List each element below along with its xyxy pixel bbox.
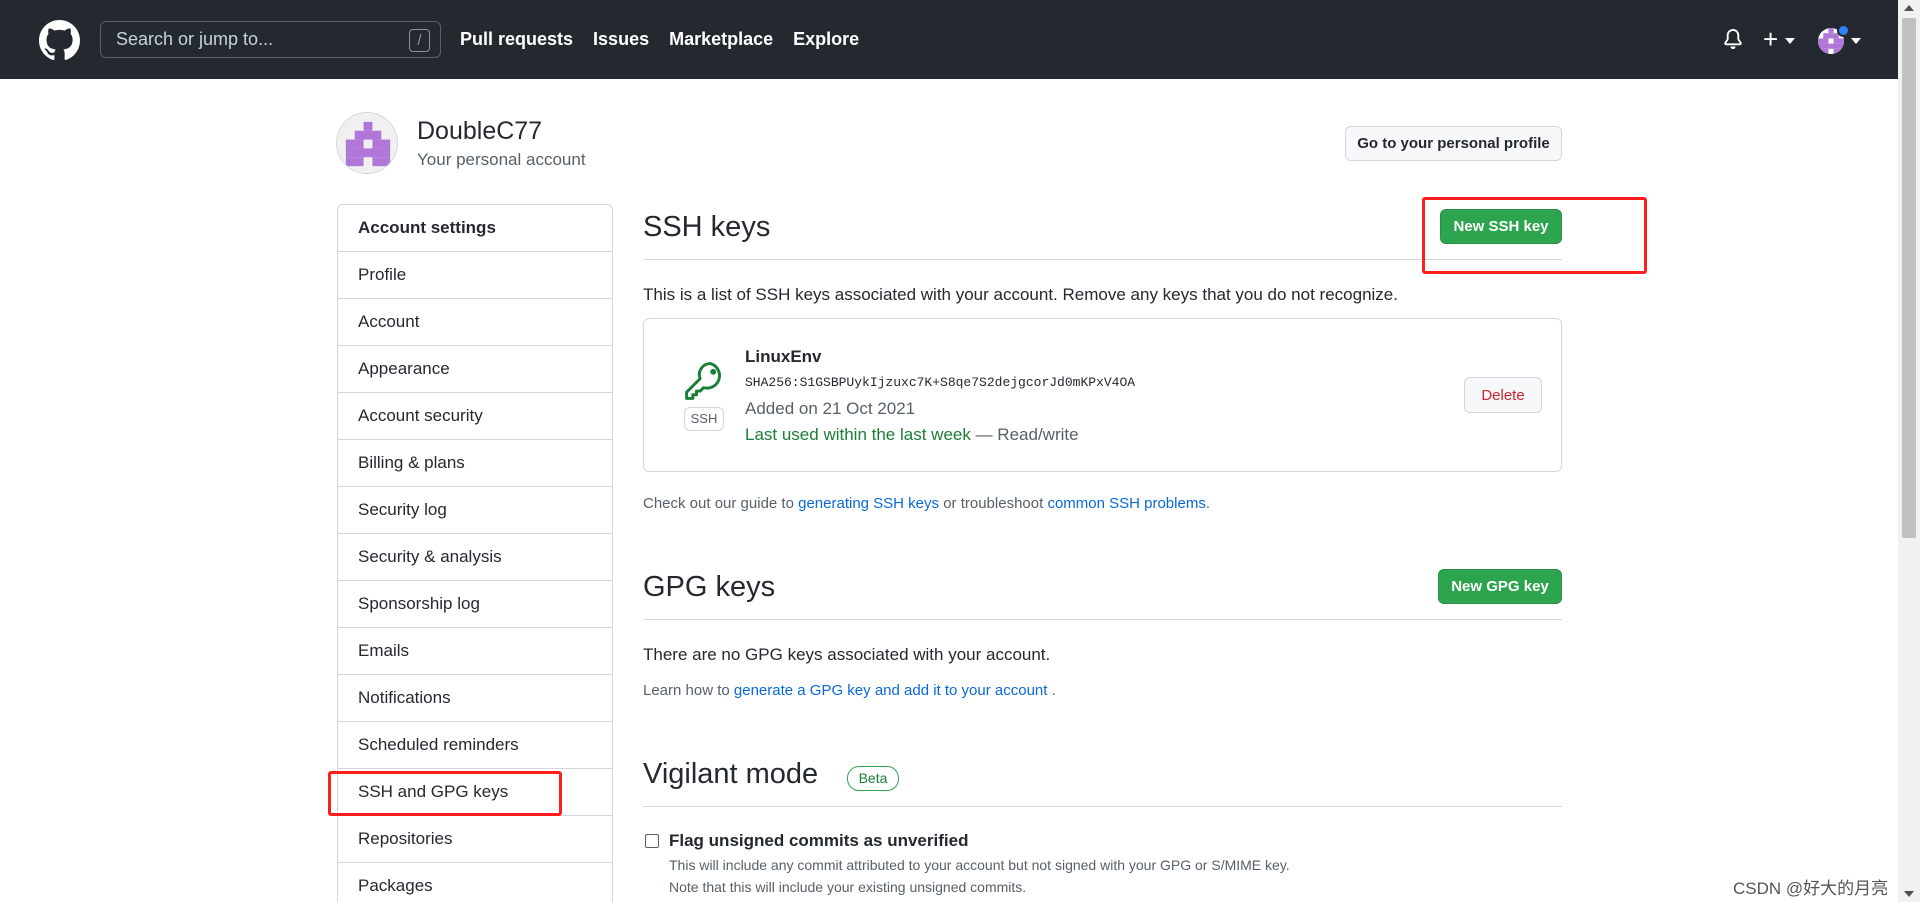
ssh-key-name: LinuxEnv: [745, 347, 822, 366]
scroll-thumb[interactable]: [1902, 18, 1916, 538]
search-box[interactable]: /: [100, 21, 441, 58]
sidebar-item-profile[interactable]: Profile: [338, 252, 612, 299]
new-gpg-key-button[interactable]: New GPG key: [1438, 569, 1562, 604]
highlight-ssh-gpg-sidebar: [328, 771, 562, 816]
account-avatar[interactable]: [336, 112, 398, 174]
vigilant-mode-title: Vigilant mode: [643, 758, 819, 790]
ssh-key-fingerprint: SHA256:S1GSBPUykIjzuxc7K+S8qe7S2dejgcorJ…: [745, 375, 1136, 390]
scroll-up-arrow-icon[interactable]: [1904, 5, 1914, 11]
flag-unsigned-commits-checkbox[interactable]: [645, 834, 659, 848]
vigilant-help-line-2: Note that this will include your existin…: [669, 879, 1027, 895]
account-subtitle: Your personal account: [417, 150, 586, 169]
ssh-description: This is a list of SSH keys associated wi…: [643, 285, 1398, 304]
sidebar-item-notifications[interactable]: Notifications: [338, 675, 612, 722]
gpg-learn-suffix: .: [1047, 682, 1056, 699]
ssh-keys-title: SSH keys: [643, 211, 771, 243]
generate-gpg-key-link[interactable]: generate a GPG key and add it to your ac…: [734, 682, 1048, 699]
search-input[interactable]: [116, 29, 396, 50]
sidebar-item-emails[interactable]: Emails: [338, 628, 612, 675]
beta-badge: Beta: [847, 766, 899, 791]
notification-dot-icon: [1837, 24, 1850, 37]
sidebar-item-security-log[interactable]: Security log: [338, 487, 612, 534]
user-menu-caret-icon[interactable]: [1851, 38, 1861, 44]
sidebar-item-repositories[interactable]: Repositories: [338, 816, 612, 863]
ssh-key-added-date: Added on 21 Oct 2021: [745, 399, 916, 418]
scroll-down-arrow-icon[interactable]: [1904, 891, 1914, 897]
generating-ssh-keys-link[interactable]: generating SSH keys: [798, 495, 939, 512]
nav-issues[interactable]: Issues: [593, 29, 649, 50]
ssh-note-prefix: Check out our guide to: [643, 495, 799, 512]
sidebar-item-security-analysis[interactable]: Security & analysis: [338, 534, 612, 581]
nav-explore[interactable]: Explore: [793, 29, 859, 50]
slash-shortcut-hint: /: [409, 29, 430, 52]
common-ssh-problems-link[interactable]: common SSH problems: [1047, 495, 1205, 512]
create-new-caret-icon[interactable]: [1785, 38, 1795, 44]
ssh-guide-note: Check out our guide to generating SSH ke…: [643, 495, 1210, 512]
sidebar-item-scheduled-reminders[interactable]: Scheduled reminders: [338, 722, 612, 769]
vigilant-divider: [643, 806, 1562, 807]
flag-unsigned-commits-label[interactable]: Flag unsigned commits as unverified: [669, 831, 968, 851]
go-to-profile-button[interactable]: Go to your personal profile: [1345, 126, 1562, 161]
identicon-large-icon: [337, 113, 397, 173]
header-nav: Pull requests Issues Marketplace Explore: [460, 0, 859, 79]
sidebar-heading: Account settings: [338, 205, 612, 252]
last-used-text: Last used within the last week: [745, 425, 971, 444]
nav-marketplace[interactable]: Marketplace: [669, 29, 773, 50]
page-scrollbar[interactable]: [1898, 0, 1920, 902]
global-header: / Pull requests Issues Marketplace Explo…: [0, 0, 1898, 79]
ssh-note-suffix: .: [1205, 495, 1210, 512]
sidebar-item-account-security[interactable]: Account security: [338, 393, 612, 440]
bell-icon[interactable]: [1723, 28, 1743, 50]
gpg-empty-message: There are no GPG keys associated with yo…: [643, 645, 1051, 664]
github-logo-icon[interactable]: [39, 20, 80, 61]
gpg-learn-prefix: Learn how to: [643, 682, 734, 699]
watermark-text: CSDN @好大的月亮: [1733, 879, 1889, 898]
nav-pull-requests[interactable]: Pull requests: [460, 29, 573, 50]
vigilant-help-line-1: This will include any commit attributed …: [669, 857, 1290, 873]
ssh-note-mid: or troubleshoot: [939, 495, 1048, 512]
ssh-key-last-used: Last used within the last week — Read/wr…: [745, 425, 1079, 445]
sidebar-item-sponsorship-log[interactable]: Sponsorship log: [338, 581, 612, 628]
sidebar-item-appearance[interactable]: Appearance: [338, 346, 612, 393]
create-new-plus-icon[interactable]: +: [1763, 26, 1778, 52]
delete-ssh-key-button[interactable]: Delete: [1464, 377, 1542, 413]
highlight-new-ssh-key: [1422, 197, 1647, 274]
gpg-keys-title: GPG keys: [643, 571, 776, 603]
ssh-key-card: SSH LinuxEnv SHA256:S1GSBPUykIjzuxc7K+S8…: [643, 318, 1562, 472]
sidebar-item-account[interactable]: Account: [338, 299, 612, 346]
account-name[interactable]: DoubleC77: [417, 117, 542, 146]
gpg-learn-note: Learn how to generate a GPG key and add …: [643, 682, 1056, 699]
sidebar-item-packages[interactable]: Packages: [338, 863, 612, 902]
sidebar-item-billing[interactable]: Billing & plans: [338, 440, 612, 487]
gpg-divider: [643, 619, 1562, 620]
ssh-type-badge: SSH: [684, 407, 724, 431]
key-icon: [685, 362, 721, 400]
access-level: — Read/write: [970, 425, 1079, 444]
